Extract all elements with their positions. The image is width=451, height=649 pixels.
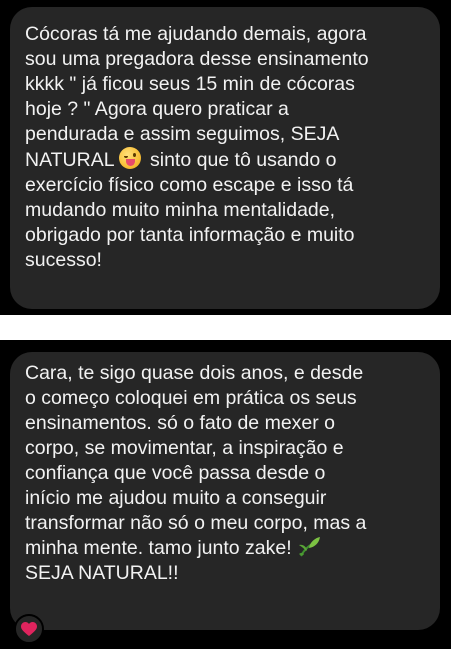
message-line: pendurada e assim seguimos, SEJA [25,123,340,145]
message-panel-bottom: Cara, te sigo quase dois anos, e desde o… [0,340,451,649]
message-bubble[interactable]: Cócoras tá me ajudando demais, agora sou… [10,7,440,309]
message-line: o começo coloquei em prática os seus [25,387,357,409]
message-line: ensinamentos. só o fato de mexer o [25,412,336,434]
message-line: corpo, se movimentar, a inspiração e [25,437,344,459]
message-line: Cócoras tá me ajudando demais, agora [25,23,367,45]
heart-icon [21,621,37,636]
message-line: exercício físico como escape e isso tá [25,174,354,196]
message-panel-top: Cócoras tá me ajudando demais, agora sou… [0,0,451,315]
message-line: transformar não só o meu corpo, mas a [25,512,367,534]
screenshot: Cócoras tá me ajudando demais, agora sou… [0,0,451,649]
message-line: Cara, te sigo quase dois anos, e desde [25,362,364,384]
zany-wink-face-icon [118,147,141,169]
message-line: confiança que você passa desde o [25,462,326,484]
message-line: kkkk " já ficou seus 15 min de cócoras [25,73,355,95]
message-line: início me ajudou muito a conseguir [25,487,327,509]
message-text: sinto que tô usando o [150,149,337,171]
message-line: sucesso! [25,249,102,271]
message-line: SEJA NATURAL!! [25,562,179,584]
message-line-with-emoji: NATURAL sinto que tô usando o [25,147,426,173]
message-line: sou uma pregadora desse ensinamento [25,48,369,70]
message-line: hoje ? " Agora quero praticar a [25,98,289,120]
reaction-badge[interactable] [14,614,44,644]
message-line: obrigado por tanta informação e muito [25,224,355,246]
herb-leaf-icon [298,537,320,557]
message-line-with-emoji: minha mente. tamo junto zake! [25,536,426,561]
message-text: NATURAL [25,149,115,171]
divider [0,315,451,340]
message-text: minha mente. tamo junto zake! [25,537,292,559]
message-line: mudando muito minha mentalidade, [25,199,336,221]
message-bubble[interactable]: Cara, te sigo quase dois anos, e desde o… [10,352,440,630]
